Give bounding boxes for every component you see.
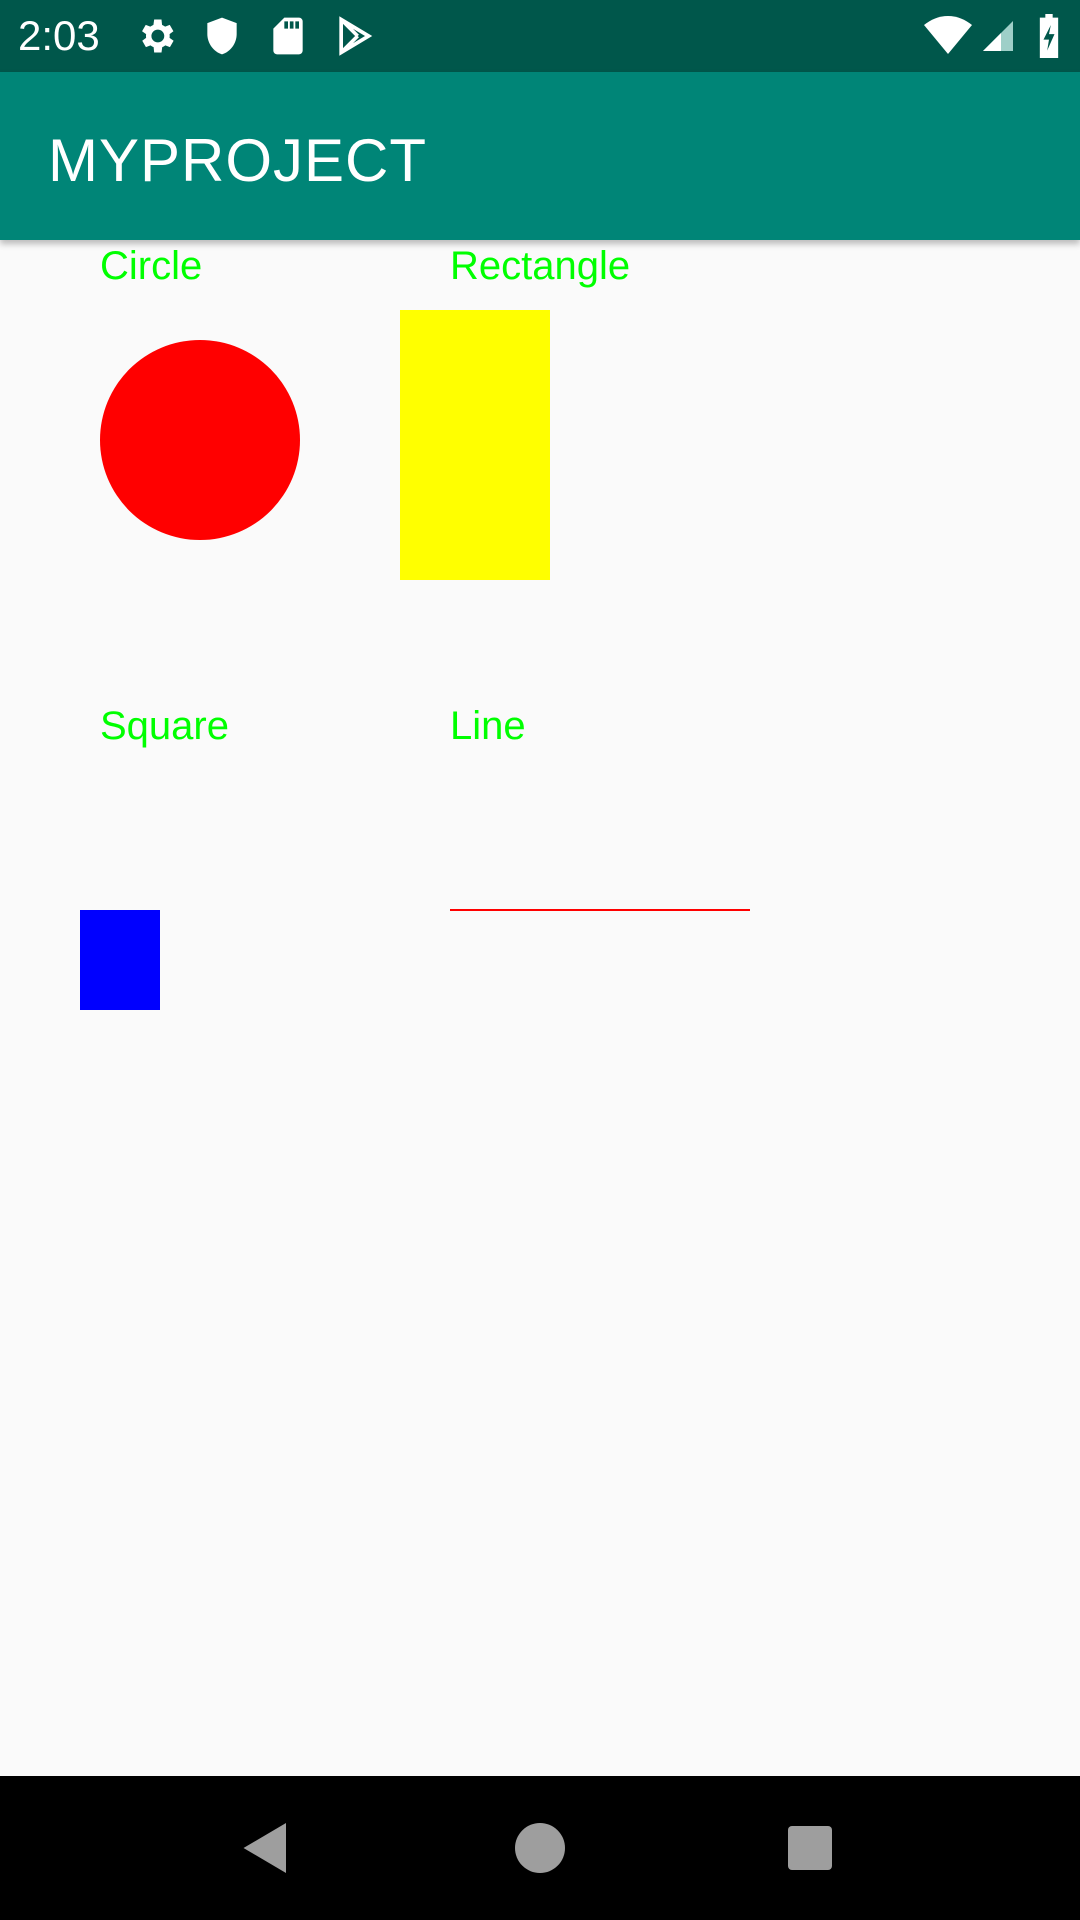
red-line [450,909,750,911]
navigation-bar [0,1776,1080,1920]
line-label: Line [450,704,526,748]
battery-charging-icon [1039,14,1059,58]
sd-card-icon [273,17,303,55]
gear-icon [142,19,174,53]
play-store-icon [339,16,373,56]
signal-icon [983,21,1013,51]
home-icon[interactable] [510,1818,570,1878]
app-title: MYPROJECT [48,127,428,194]
blue-square [80,910,160,1010]
square-label: Square [100,704,229,748]
wifi-icon [924,16,972,54]
shield-icon [207,17,237,55]
app-bar: MYPROJECT [0,72,1080,240]
red-circle [100,340,300,540]
rectangle-label: Rectangle [450,244,631,288]
yellow-rectangle [400,310,550,580]
circle-label: Circle [100,244,203,288]
status-time: 2:03 [18,12,100,59]
status-bar: 2:03 [0,0,1080,72]
back-icon[interactable] [236,1816,296,1880]
recents-icon[interactable] [786,1824,834,1872]
